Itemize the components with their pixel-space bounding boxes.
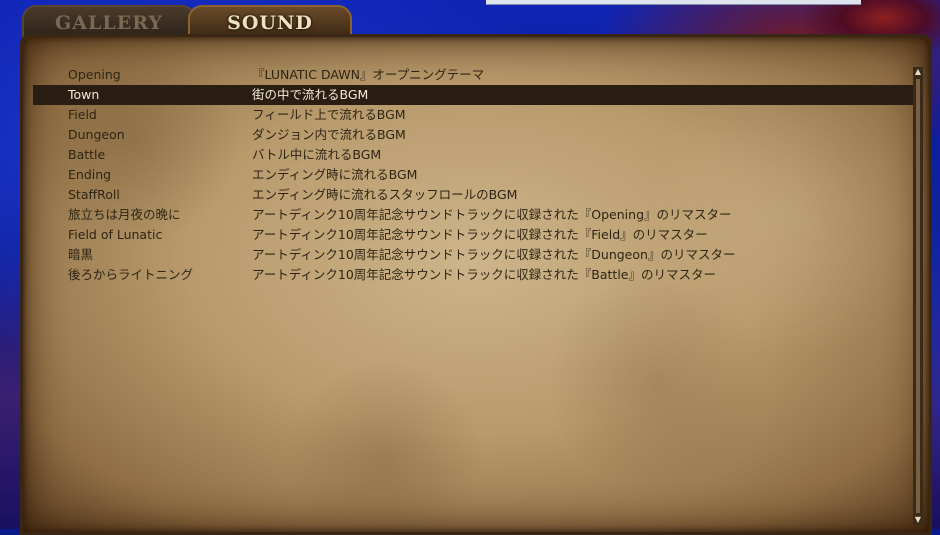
track-name: 旅立ちは月夜の晩に	[68, 207, 181, 222]
track-name: Dungeon	[68, 127, 125, 142]
scrollbar[interactable]: ▲ ▼	[913, 67, 923, 525]
scroll-down-icon[interactable]: ▼	[913, 515, 923, 525]
track-row[interactable]: Battle バトル中に流れるBGM	[43, 145, 913, 165]
track-name: Ending	[68, 167, 112, 182]
track-row[interactable]: Ending エンディング時に流れるBGM	[43, 165, 913, 185]
top-bar	[486, 0, 861, 5]
track-description: 『LUNATIC DAWN』オープニングテーマ	[252, 67, 485, 82]
track-name: Battle	[68, 147, 106, 162]
track-name: Field	[68, 107, 97, 122]
track-description: アートディンク10周年記念サウンドトラックに収録された『Battle』のリマスタ…	[252, 267, 716, 282]
track-row[interactable]: 後ろからライトニング アートディンク10周年記念サウンドトラックに収録された『B…	[43, 265, 913, 285]
track-row[interactable]: Field of Lunatic アートディンク10周年記念サウンドトラックに収…	[43, 225, 913, 245]
track-description: フィールド上で流れるBGM	[252, 107, 406, 122]
track-row[interactable]: 旅立ちは月夜の晩に アートディンク10周年記念サウンドトラックに収録された『Op…	[43, 205, 913, 225]
track-description: エンディング時に流れるBGM	[252, 167, 418, 182]
scroll-up-icon[interactable]: ▲	[913, 67, 923, 77]
track-row[interactable]: Dungeon ダンジョン内で流れるBGM	[43, 125, 913, 145]
track-row[interactable]: Field フィールド上で流れるBGM	[43, 105, 913, 125]
track-row[interactable]: Opening 『LUNATIC DAWN』オープニングテーマ	[43, 65, 913, 85]
track-name: Opening	[68, 67, 121, 82]
scroll-track[interactable]	[916, 79, 920, 513]
sound-panel: Opening 『LUNATIC DAWN』オープニングテーマ Town 街の中…	[20, 34, 932, 535]
track-name: 暗黒	[68, 247, 94, 262]
track-description: 街の中で流れるBGM	[252, 87, 369, 102]
track-description: バトル中に流れるBGM	[252, 147, 382, 162]
track-name: 後ろからライトニング	[68, 267, 194, 282]
sound-track-list: Opening 『LUNATIC DAWN』オープニングテーマ Town 街の中…	[33, 65, 923, 285]
track-description: アートディンク10周年記念サウンドトラックに収録された『Dungeon』のリマス…	[252, 247, 736, 262]
track-name: StaffRoll	[68, 187, 120, 202]
track-row[interactable]: 暗黒 アートディンク10周年記念サウンドトラックに収録された『Dungeon』の…	[43, 245, 913, 265]
track-description: ダンジョン内で流れるBGM	[252, 127, 406, 142]
track-description: アートディンク10周年記念サウンドトラックに収録された『Opening』のリマス…	[252, 207, 732, 222]
track-row[interactable]: StaffRoll エンディング時に流れるスタッフロールのBGM	[43, 185, 913, 205]
track-row-selected[interactable]: Town 街の中で流れるBGM	[33, 85, 923, 105]
track-description: エンディング時に流れるスタッフロールのBGM	[252, 187, 518, 202]
track-description: アートディンク10周年記念サウンドトラックに収録された『Field』のリマスター	[252, 227, 708, 242]
track-name: Town	[68, 87, 100, 102]
track-name: Field of Lunatic	[68, 227, 163, 242]
